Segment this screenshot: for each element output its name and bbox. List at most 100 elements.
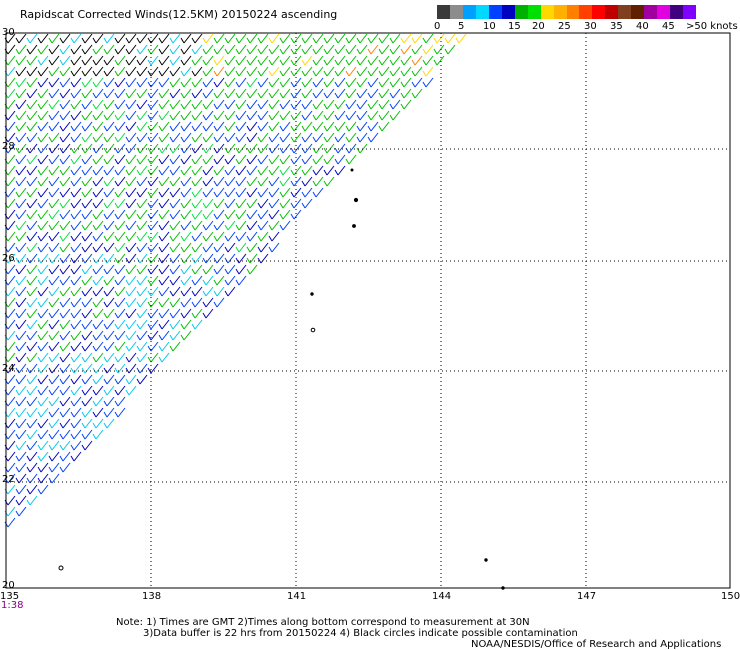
wind-barb bbox=[114, 363, 126, 374]
wind-barb bbox=[235, 242, 247, 253]
wind-barb bbox=[169, 132, 181, 143]
wind-barb bbox=[103, 66, 115, 77]
wind-barb bbox=[191, 198, 203, 209]
latitude-label: 28 bbox=[2, 141, 15, 152]
wind-barb bbox=[48, 352, 60, 363]
wind-barb bbox=[26, 44, 38, 55]
wind-barb bbox=[59, 407, 71, 418]
wind-barb bbox=[103, 55, 115, 66]
wind-barb bbox=[257, 33, 269, 44]
wind-barb bbox=[92, 33, 104, 44]
wind-barb bbox=[37, 132, 49, 143]
wind-barb bbox=[224, 198, 236, 209]
wind-barb bbox=[48, 286, 60, 297]
wind-barb bbox=[224, 66, 236, 77]
wind-barb bbox=[246, 33, 258, 44]
wind-barb bbox=[213, 132, 225, 143]
wind-barb bbox=[158, 132, 170, 143]
wind-barb bbox=[202, 55, 214, 66]
wind-barb bbox=[147, 66, 159, 77]
wind-barb bbox=[147, 264, 159, 275]
wind-barb bbox=[235, 209, 247, 220]
wind-barb bbox=[125, 33, 137, 44]
wind-barb bbox=[103, 297, 115, 308]
wind-barb bbox=[114, 132, 126, 143]
wind-barb bbox=[169, 308, 181, 319]
wind-barb bbox=[158, 209, 170, 220]
wind-barb bbox=[125, 121, 137, 132]
wind-barb bbox=[158, 352, 170, 363]
wind-barb bbox=[257, 154, 269, 165]
wind-barb bbox=[15, 352, 27, 363]
wind-barb bbox=[26, 352, 38, 363]
wind-barb bbox=[15, 165, 27, 176]
wind-barb bbox=[246, 231, 258, 242]
latitude-label: 20 bbox=[2, 580, 15, 591]
wind-barb bbox=[92, 418, 104, 429]
wind-barb bbox=[125, 319, 137, 330]
wind-barb bbox=[290, 110, 302, 121]
wind-barb bbox=[48, 319, 60, 330]
island-marker bbox=[353, 197, 359, 203]
wind-barb bbox=[268, 44, 280, 55]
wind-barb bbox=[268, 198, 280, 209]
island-marker bbox=[58, 565, 64, 571]
wind-barb bbox=[26, 132, 38, 143]
wind-barb bbox=[70, 55, 82, 66]
wind-barb bbox=[26, 440, 38, 451]
wind-barb bbox=[114, 198, 126, 209]
latitude-label: 24 bbox=[2, 363, 15, 374]
wind-barb bbox=[15, 231, 27, 242]
wind-barb bbox=[378, 33, 390, 44]
wind-barb bbox=[136, 198, 148, 209]
wind-barb bbox=[312, 66, 324, 77]
wind-barb bbox=[202, 110, 214, 121]
wind-barb bbox=[92, 396, 104, 407]
wind-barb bbox=[213, 154, 225, 165]
wind-barb bbox=[279, 209, 291, 220]
wind-barb bbox=[301, 55, 313, 66]
wind-barb bbox=[136, 154, 148, 165]
wind-barb bbox=[26, 451, 38, 462]
latitude-label: 26 bbox=[2, 253, 15, 264]
wind-barb bbox=[312, 110, 324, 121]
wind-barb bbox=[213, 176, 225, 187]
wind-barb bbox=[81, 385, 93, 396]
wind-barb bbox=[191, 297, 203, 308]
wind-barb bbox=[268, 242, 280, 253]
wind-barb bbox=[279, 132, 291, 143]
wind-barb bbox=[26, 286, 38, 297]
wind-barb bbox=[169, 44, 181, 55]
wind-barb bbox=[279, 154, 291, 165]
wind-barb bbox=[158, 231, 170, 242]
wind-barb bbox=[356, 88, 368, 99]
wind-barb bbox=[37, 484, 49, 495]
wind-barb bbox=[103, 143, 115, 154]
wind-barb bbox=[202, 198, 214, 209]
wind-barb bbox=[103, 363, 115, 374]
wind-barb bbox=[235, 165, 247, 176]
wind-barb bbox=[147, 176, 159, 187]
wind-barb bbox=[345, 55, 357, 66]
wind-barb bbox=[180, 209, 192, 220]
wind-barb bbox=[59, 374, 71, 385]
wind-barb bbox=[455, 33, 467, 44]
wind-barb bbox=[70, 341, 82, 352]
wind-barb bbox=[356, 44, 368, 55]
wind-barb bbox=[334, 55, 346, 66]
wind-barb bbox=[147, 297, 159, 308]
wind-barb bbox=[202, 308, 214, 319]
longitude-label: 144 bbox=[432, 591, 452, 602]
wind-barb bbox=[158, 297, 170, 308]
wind-barb bbox=[114, 352, 126, 363]
wind-barb bbox=[48, 440, 60, 451]
wind-barb bbox=[279, 110, 291, 121]
wind-barb bbox=[26, 165, 38, 176]
wind-barb bbox=[257, 220, 269, 231]
wind-barb bbox=[345, 33, 357, 44]
wind-barb bbox=[389, 33, 401, 44]
wind-barb bbox=[70, 396, 82, 407]
wind-barb bbox=[59, 66, 71, 77]
wind-barb bbox=[103, 110, 115, 121]
wind-barb bbox=[59, 253, 71, 264]
